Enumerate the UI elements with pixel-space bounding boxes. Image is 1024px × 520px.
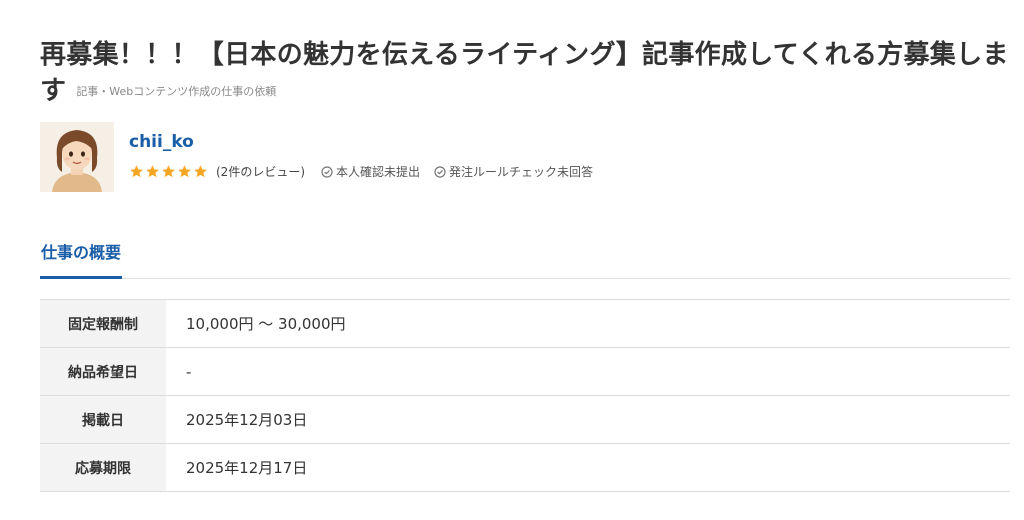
row-label-posted-date: 掲載日 [40,395,166,444]
check-circle-icon [321,165,333,178]
star-icon [178,165,191,178]
row-value-delivery-date: - [186,362,192,381]
row-value-fixed-fee: 10,000円 〜 30,000円 [186,315,346,333]
row-label-deadline: 応募期限 [40,443,166,492]
row-label-delivery-date: 納品希望日 [40,347,166,396]
row-label-fixed-fee: 固定報酬制 [40,299,166,348]
job-overview-table: 固定報酬制 10,000円 〜 30,000円 納品希望日 - 掲載日 2025… [40,299,1010,492]
job-category[interactable]: 記事・Webコンテンツ作成の仕事の依頼 [76,85,276,98]
star-icon [162,165,175,178]
tab-overview[interactable]: 仕事の概要 [40,230,123,279]
rule-check-status-label: 発注ルールチェック未回答 [449,165,594,179]
tab-bar: 仕事の概要 [40,230,1010,279]
identity-status-label: 本人確認未提出 [336,165,421,179]
star-icon [130,165,143,178]
row-value-posted-date: 2025年12月03日 [186,411,308,429]
star-icon [194,165,207,178]
star-icon [146,165,159,178]
rule-check-status: 発注ルールチェック未回答 [434,163,593,180]
rating-stars [129,164,208,179]
table-row: 掲載日 2025年12月03日 [40,395,1010,444]
check-circle-icon [434,165,446,178]
row-value-deadline: 2025年12月17日 [186,459,308,477]
identity-status: 本人確認未提出 [321,163,420,180]
table-row: 応募期限 2025年12月17日 [40,443,1010,492]
client-username[interactable]: chii_ko [129,132,194,152]
client-meta: (2件のレビュー) 本人確認未提出 発注ルールチェック未回答 [129,163,607,180]
review-count-link[interactable]: (2件のレビュー) [216,163,305,180]
avatar[interactable] [40,122,114,192]
job-title: 再募集！！！【日本の魅力を伝えるライティング】記事作成してくれる方募集します 記事… [40,37,1015,110]
table-row: 納品希望日 - [40,347,1010,396]
table-row: 固定報酬制 10,000円 〜 30,000円 [40,299,1010,348]
